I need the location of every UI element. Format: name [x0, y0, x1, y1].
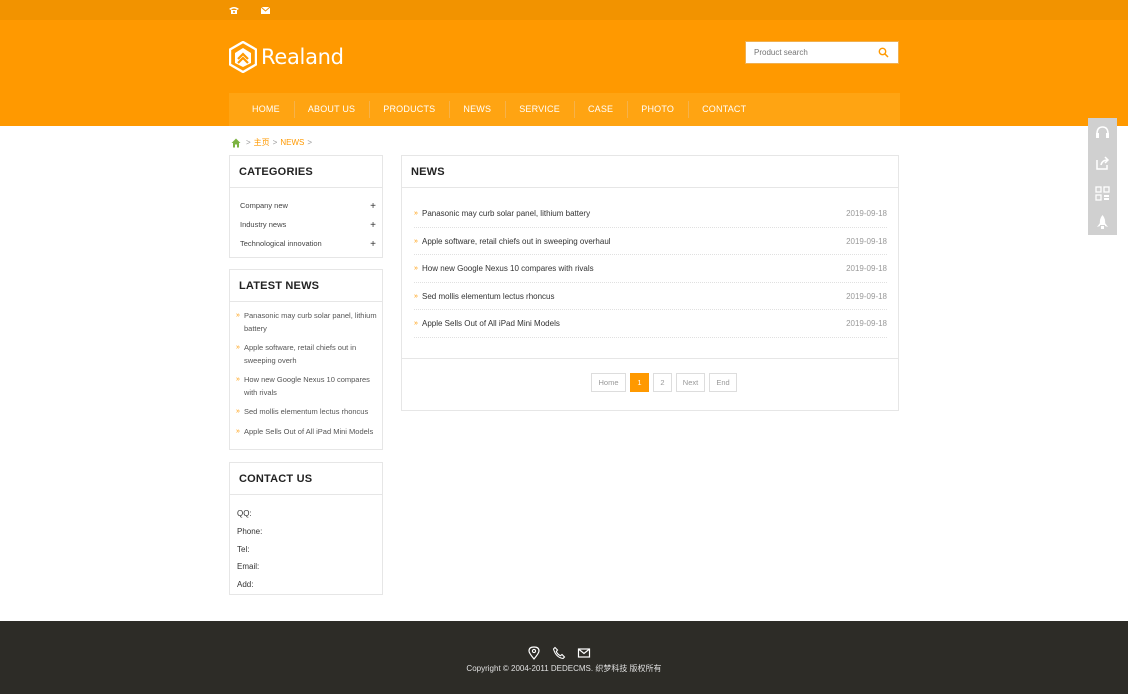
share-icon[interactable]	[1094, 155, 1111, 172]
nav-service[interactable]: SERVICE	[505, 93, 574, 126]
category-label: Company new	[240, 201, 288, 210]
news-title: NEWS	[402, 156, 898, 188]
logo-mark-icon	[229, 41, 257, 73]
breadcrumb-news-link[interactable]: NEWS	[280, 138, 304, 147]
news-row-date: 2019-09-18	[846, 209, 887, 218]
latest-news-title: LATEST NEWS	[230, 270, 382, 302]
rocket-top-icon[interactable]	[1094, 214, 1111, 231]
breadcrumb-separator: >	[272, 138, 278, 147]
category-item[interactable]: Company new +	[230, 196, 382, 215]
nav-about-us[interactable]: ABOUT US	[293, 93, 369, 126]
site-header: Realand HOME ABOUT US PRODUCTS NEWS SERV…	[0, 0, 1128, 126]
nav-products[interactable]: PRODUCTS	[369, 93, 449, 126]
news-row-title[interactable]: Apple Sells Out of All iPad Mini Models	[414, 310, 560, 337]
category-label: Technological innovation	[240, 239, 322, 248]
contact-title: CONTACT US	[230, 463, 382, 495]
phone-icon[interactable]	[228, 4, 240, 16]
expand-plus-icon[interactable]: +	[370, 216, 376, 235]
latest-news-item[interactable]: Panasonic may curb solar panel, lithium …	[236, 310, 378, 335]
news-row-title[interactable]: How new Google Nexus 10 compares with ri…	[414, 255, 594, 282]
contact-address: Add:	[237, 580, 254, 590]
pager-next-button[interactable]: Next	[676, 373, 705, 392]
categories-panel: CATEGORIES Company new + Industry news +…	[229, 155, 383, 258]
phone-icon[interactable]	[552, 646, 566, 660]
pager-end-button[interactable]: End	[709, 373, 737, 392]
mail-icon[interactable]	[260, 4, 272, 16]
contact-qq: QQ:	[237, 509, 252, 518]
category-label: Industry news	[240, 220, 287, 229]
category-item[interactable]: Industry news +	[230, 215, 382, 234]
main-nav: HOME ABOUT US PRODUCTS NEWS SERVICE CASE…	[229, 93, 900, 126]
news-row-date: 2019-09-18	[846, 319, 887, 329]
breadcrumb-home-link[interactable]: 主页	[254, 137, 270, 148]
contact-email: Email:	[237, 562, 260, 572]
latest-news-item[interactable]: Apple software, retail chiefs out in swe…	[236, 342, 378, 367]
news-panel: NEWS Panasonic may curb solar panel, lit…	[401, 155, 899, 411]
nav-photo[interactable]: PHOTO	[627, 93, 688, 126]
latest-news-item[interactable]: Sed mollis elementum lectus rhoncus	[236, 406, 378, 419]
pager-page-1[interactable]: 1	[630, 373, 649, 392]
search-input[interactable]	[754, 42, 878, 63]
search-box	[745, 41, 899, 64]
news-row[interactable]: Sed mollis elementum lectus rhoncus 2019…	[414, 283, 887, 311]
floating-toolbar	[1088, 118, 1117, 235]
news-row[interactable]: Panasonic may curb solar panel, lithium …	[414, 200, 887, 228]
nav-news[interactable]: NEWS	[449, 93, 505, 126]
pager-home-button[interactable]: Home	[591, 373, 626, 392]
pager-page-2[interactable]: 2	[653, 373, 672, 392]
mail-icon[interactable]	[577, 646, 591, 660]
breadcrumb: > 主页 > NEWS >	[231, 137, 315, 148]
contact-phone: Phone:	[237, 526, 263, 536]
breadcrumb-separator: >	[246, 138, 251, 147]
latest-news-item[interactable]: How new Google Nexus 10 compares with ri…	[236, 374, 378, 399]
logo-text: Realand	[261, 45, 344, 69]
search-icon[interactable]	[878, 47, 889, 58]
news-row-date: 2019-09-18	[846, 291, 887, 301]
latest-news-item[interactable]: Apple Sells Out of All iPad Mini Models	[236, 426, 378, 439]
qrcode-icon[interactable]	[1094, 185, 1111, 202]
news-row-date: 2019-09-18	[846, 236, 887, 246]
pagination-area: Home 1 2 Next End	[402, 358, 898, 410]
news-row[interactable]: How new Google Nexus 10 compares with ri…	[414, 255, 887, 283]
news-row[interactable]: Apple software, retail chiefs out in swe…	[414, 228, 887, 256]
category-item[interactable]: Technological innovation +	[230, 234, 382, 253]
categories-title: CATEGORIES	[230, 156, 382, 188]
top-bar	[0, 0, 1128, 20]
pagination: Home 1 2 Next End	[591, 373, 741, 392]
contact-tel: Tel:	[237, 544, 250, 554]
expand-plus-icon[interactable]: +	[370, 197, 376, 216]
latest-news-panel: LATEST NEWS Panasonic may curb solar pan…	[229, 269, 383, 450]
nav-home[interactable]: HOME	[229, 93, 294, 126]
news-row[interactable]: Apple Sells Out of All iPad Mini Models …	[414, 310, 887, 338]
news-row-title[interactable]: Sed mollis elementum lectus rhoncus	[414, 283, 555, 310]
nav-case[interactable]: CASE	[573, 93, 627, 126]
logo[interactable]: Realand	[229, 41, 344, 73]
site-footer: Copyright © 2004-2011 DEDECMS. 织梦科技 版权所有	[0, 621, 1128, 694]
news-row-date: 2019-09-18	[846, 264, 887, 274]
nav-contact[interactable]: CONTACT	[688, 93, 760, 126]
expand-plus-icon[interactable]: +	[370, 235, 376, 254]
news-row-title[interactable]: Panasonic may curb solar panel, lithium …	[414, 200, 590, 227]
news-row-title[interactable]: Apple software, retail chiefs out in swe…	[414, 228, 611, 255]
home-icon[interactable]	[231, 138, 241, 148]
contact-panel: CONTACT US QQ: Phone: Tel: Email: Add:	[229, 462, 383, 595]
breadcrumb-separator: >	[307, 138, 313, 147]
copyright-text: Copyright © 2004-2011 DEDECMS. 织梦科技 版权所有	[466, 664, 662, 673]
headset-icon[interactable]	[1094, 124, 1111, 141]
location-icon[interactable]	[527, 646, 541, 660]
